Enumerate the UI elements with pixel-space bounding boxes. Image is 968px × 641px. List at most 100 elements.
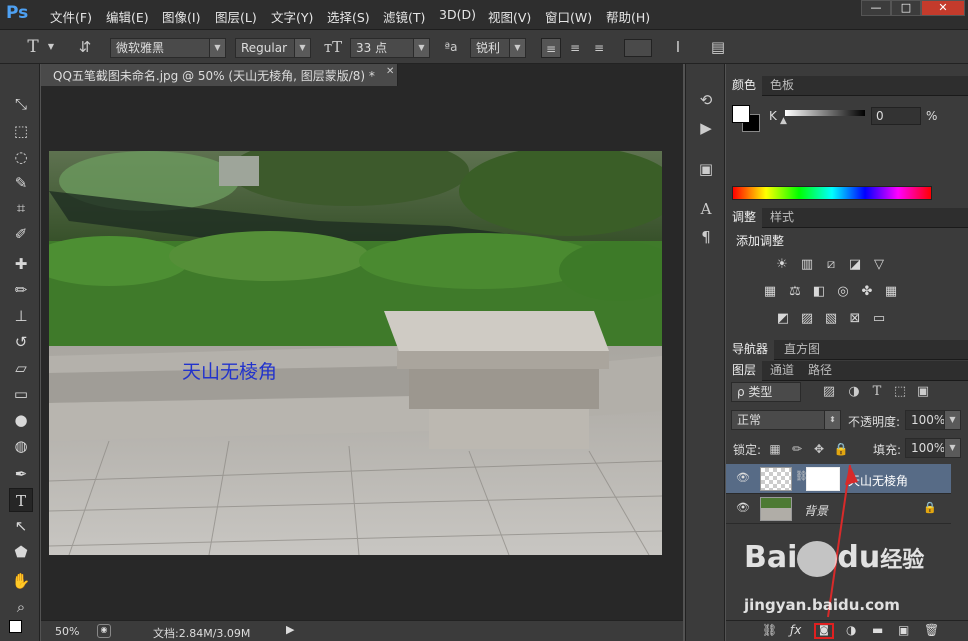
status-menu-arrow-icon[interactable]: ▶ (286, 623, 294, 636)
channel-mixer-icon[interactable]: ✤ (858, 284, 876, 300)
menu-window[interactable]: 窗口(W) (545, 7, 592, 26)
visibility-eye-icon[interactable]: 👁 (736, 501, 750, 514)
healing-brush-tool-icon[interactable]: ✚ (9, 252, 33, 276)
curves-icon[interactable]: ⧄ (822, 257, 840, 273)
warp-text-icon[interactable]: Ⅰ (668, 37, 688, 57)
status-info-icon[interactable]: ◉ (97, 624, 111, 638)
tab-navigator[interactable]: 导航器 (726, 340, 775, 360)
posterize-icon[interactable]: ▨ (798, 311, 816, 327)
photo-filter-icon[interactable]: ◎ (834, 284, 852, 300)
filter-adjustment-icon[interactable]: ◑ (845, 382, 863, 402)
color-spectrum-bar[interactable] (732, 186, 932, 200)
filter-smart-object-icon[interactable]: ▣ (914, 382, 932, 402)
color-value-input[interactable]: 0 (871, 107, 921, 125)
menu-file[interactable]: 文件(F) (50, 7, 92, 26)
character-panel-icon[interactable]: A (695, 199, 717, 219)
tab-channels[interactable]: 通道 (764, 361, 800, 381)
path-select-tool-icon[interactable]: ↖ (9, 514, 33, 538)
zoom-level[interactable]: 50% (55, 625, 79, 638)
align-center-button[interactable]: ≡ (565, 38, 585, 58)
image-canvas[interactable]: 天山无棱角 (49, 151, 662, 555)
tab-swatches[interactable]: 色板 (764, 76, 800, 96)
panels-toggle-icon[interactable]: ▤ (708, 37, 728, 57)
slider-thumb-icon[interactable]: ▲ (780, 116, 787, 126)
filter-shape-icon[interactable]: ⬚ (891, 382, 909, 402)
layer-filter-select[interactable]: ρ 类型 (731, 382, 801, 402)
color-slider-track[interactable] (785, 110, 865, 116)
tab-close-icon[interactable]: ✕ (386, 66, 398, 82)
gradient-tool-icon[interactable]: ▭ (9, 382, 33, 406)
minimize-button[interactable]: — (861, 0, 891, 16)
tab-layers[interactable]: 图层 (726, 361, 763, 381)
menu-filter[interactable]: 滤镜(T) (383, 7, 425, 26)
eraser-tool-icon[interactable]: ▱ (9, 356, 33, 380)
lasso-tool-icon[interactable]: ◌ (9, 145, 33, 169)
new-layer-icon[interactable]: ▣ (898, 623, 909, 637)
visibility-eye-icon[interactable]: 👁 (736, 471, 750, 484)
shape-tool-icon[interactable]: ⬟ (9, 540, 33, 564)
eyedropper-tool-icon[interactable]: ✐ (9, 222, 33, 246)
threshold-icon[interactable]: ▧ (822, 311, 840, 327)
color-foreground-swatch[interactable] (732, 105, 750, 123)
menu-view[interactable]: 视图(V) (488, 7, 531, 26)
history-panel-icon[interactable]: ⟲ (695, 90, 717, 110)
exposure-icon[interactable]: ◪ (846, 257, 864, 273)
link-layers-icon[interactable]: ⛓ (762, 623, 777, 637)
add-mask-icon[interactable]: ◙ (814, 623, 834, 639)
align-right-button[interactable]: ≡ (589, 38, 609, 58)
color-lookup-icon[interactable]: ▦ (882, 284, 900, 300)
menu-3d[interactable]: 3D(D) (439, 7, 476, 22)
font-style-select[interactable]: Regular ▼ (235, 38, 311, 58)
brush-tool-icon[interactable]: ✏ (9, 278, 33, 302)
lock-pixels-icon[interactable]: ✏ (789, 439, 805, 459)
filter-pixel-icon[interactable]: ▨ (820, 382, 838, 402)
hue-saturation-icon[interactable]: ▦ (761, 284, 779, 300)
gradient-map-icon[interactable]: ⊠ (846, 311, 864, 327)
move-tool-icon[interactable]: ⤡ (9, 92, 33, 116)
close-window-button[interactable]: ✕ (921, 0, 965, 16)
foreground-color-swatch[interactable] (9, 620, 22, 633)
zoom-tool-icon[interactable]: ⌕ (9, 595, 33, 619)
delete-layer-icon[interactable]: 🗑 (924, 623, 939, 637)
fx-icon[interactable]: ƒx (790, 623, 801, 637)
menu-edit[interactable]: 编辑(E) (106, 7, 149, 26)
levels-icon[interactable]: ▥ (798, 257, 816, 273)
menu-image[interactable]: 图像(I) (162, 7, 200, 26)
menu-help[interactable]: 帮助(H) (606, 7, 650, 26)
marquee-tool-icon[interactable]: ⬚ (9, 119, 33, 143)
menu-type[interactable]: 文字(Y) (271, 7, 313, 26)
canvas-text-layer[interactable]: 天山无棱角 (182, 357, 277, 384)
color-balance-icon[interactable]: ⚖ (786, 284, 804, 300)
stamp-tool-icon[interactable]: ⊥ (9, 304, 33, 328)
history-brush-tool-icon[interactable]: ↺ (9, 330, 33, 354)
menu-select[interactable]: 选择(S) (327, 7, 370, 26)
quick-select-tool-icon[interactable]: ✎ (9, 171, 33, 195)
brightness-icon[interactable]: ☀ (773, 257, 791, 273)
tab-adjustments[interactable]: 调整 (726, 208, 763, 228)
blend-mode-select[interactable]: 正常 ⬍ (731, 410, 841, 430)
align-left-button[interactable]: ≡ (541, 38, 561, 58)
new-fill-layer-icon[interactable]: ◑ (846, 623, 856, 637)
text-orientation-icon[interactable]: ⇵ (74, 37, 96, 57)
layer-comps-icon[interactable]: ▣ (695, 159, 717, 179)
tab-color[interactable]: 颜色 (726, 76, 763, 96)
paragraph-panel-icon[interactable]: ¶ (695, 227, 717, 247)
blur-tool-icon[interactable]: ● (9, 408, 33, 432)
maximize-button[interactable]: □ (891, 0, 921, 16)
vibrance-icon[interactable]: ▽ (870, 257, 888, 273)
font-size-select[interactable]: 33 点 ▼ (350, 38, 430, 58)
actions-panel-icon[interactable]: ▶ (695, 118, 717, 138)
pen-tool-icon[interactable]: ✒ (9, 462, 33, 486)
lock-transparent-icon[interactable]: ▦ (767, 439, 783, 459)
filter-type-icon[interactable]: T (868, 382, 886, 402)
black-white-icon[interactable]: ◧ (810, 284, 828, 300)
antialias-select[interactable]: 锐利 ▼ (470, 38, 526, 58)
font-family-select[interactable]: 微软雅黑 ▼ (110, 38, 226, 58)
hand-tool-icon[interactable]: ✋ (9, 569, 33, 593)
type-tool-icon[interactable]: T (9, 488, 33, 512)
fill-input[interactable]: 100% ▼ (905, 438, 961, 458)
new-group-icon[interactable]: ▬ (872, 623, 883, 637)
tab-paths[interactable]: 路径 (802, 361, 838, 381)
document-tab[interactable]: QQ五笔截图未命名.jpg @ 50% (天山无棱角, 图层蒙版/8) * (41, 64, 398, 86)
dodge-tool-icon[interactable]: ◍ (9, 434, 33, 458)
